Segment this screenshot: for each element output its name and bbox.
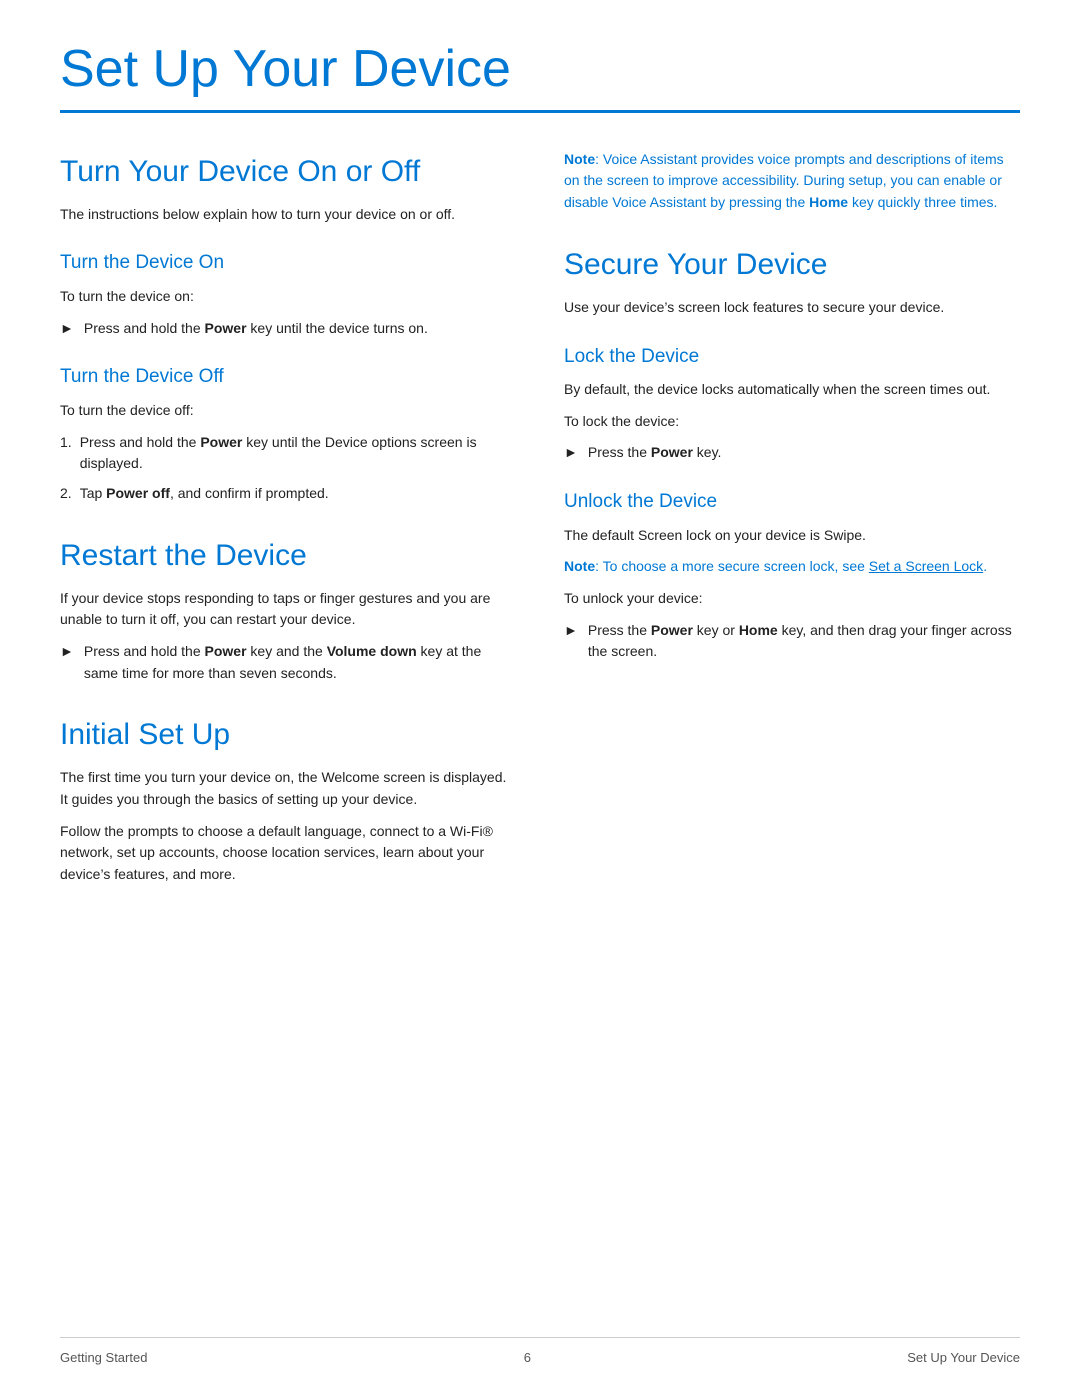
turn-off-step-1: 1. Press and hold the Power key until th… — [60, 432, 516, 475]
page-title: Set Up Your Device — [60, 40, 1020, 100]
lock-para1: By default, the device locks automatical… — [564, 379, 1020, 401]
title-divider — [60, 110, 1020, 113]
left-column: Turn Your Device On or Off The instructi… — [60, 149, 516, 896]
top-note-text: : Voice Assistant provides voice prompts… — [564, 151, 1004, 210]
lock-bullet: ► Press the Power key. — [564, 442, 1020, 464]
unlock-note: Note: To choose a more secure screen loc… — [564, 556, 1020, 578]
section-turn-on-off-title: Turn Your Device On or Off — [60, 149, 516, 194]
initial-setup-para2: Follow the prompts to choose a default l… — [60, 821, 516, 886]
top-note-label: Note — [564, 151, 595, 167]
section-restart-title: Restart the Device — [60, 533, 516, 578]
unlock-note-label: Note — [564, 558, 595, 574]
unlock-bullet: ► Press the Power key or Home key, and t… — [564, 620, 1020, 663]
top-note: Note: Voice Assistant provides voice pro… — [564, 149, 1020, 214]
unlock-para1: The default Screen lock on your device i… — [564, 525, 1020, 547]
unlock-bullet-text: Press the Power key or Home key, and the… — [588, 620, 1020, 663]
section-turn-on-off-intro: The instructions below explain how to tu… — [60, 204, 516, 226]
bullet-arrow-icon: ► — [60, 318, 74, 340]
initial-setup-para1: The first time you turn your device on, … — [60, 767, 516, 810]
lock-intro2: To lock the device: — [564, 411, 1020, 433]
turn-off-steps: 1. Press and hold the Power key until th… — [60, 432, 516, 505]
subsection-lock-title: Lock the Device — [564, 343, 1020, 372]
secure-intro: Use your device’s screen lock features t… — [564, 297, 1020, 319]
restart-arrow-icon: ► — [60, 641, 74, 663]
turn-on-bullet: ► Press and hold the Power key until the… — [60, 318, 516, 340]
turn-on-intro: To turn the device on: — [60, 286, 516, 308]
step-2-text: Tap Power off, and confirm if prompted. — [80, 483, 329, 505]
section-secure-title: Secure Your Device — [564, 242, 1020, 287]
footer-page-number: 6 — [524, 1348, 531, 1368]
restart-bullet: ► Press and hold the Power key and the V… — [60, 641, 516, 684]
step-1-text: Press and hold the Power key until the D… — [80, 432, 516, 475]
restart-bullet-text: Press and hold the Power key and the Vol… — [84, 641, 516, 684]
subsection-turn-off-title: Turn the Device Off — [60, 363, 516, 392]
footer-right-text: Set Up Your Device — [907, 1348, 1020, 1368]
set-screen-lock-link[interactable]: Set a Screen Lock — [869, 558, 983, 574]
subsection-unlock-title: Unlock the Device — [564, 488, 1020, 517]
unlock-intro2: To unlock your device: — [564, 588, 1020, 610]
turn-off-step-2: 2. Tap Power off, and confirm if prompte… — [60, 483, 516, 505]
step-number-1: 1. — [60, 432, 72, 454]
subsection-turn-on-title: Turn the Device On — [60, 249, 516, 278]
section-initial-setup-title: Initial Set Up — [60, 712, 516, 757]
turn-on-bullet-text: Press and hold the Power key until the d… — [84, 318, 516, 340]
unlock-arrow-icon: ► — [564, 620, 578, 642]
lock-arrow-icon: ► — [564, 442, 578, 464]
restart-intro: If your device stops responding to taps … — [60, 588, 516, 631]
page-footer: Getting Started 6 Set Up Your Device — [60, 1337, 1020, 1368]
two-column-layout: Turn Your Device On or Off The instructi… — [60, 149, 1020, 896]
turn-off-intro: To turn the device off: — [60, 400, 516, 422]
lock-bullet-text: Press the Power key. — [588, 442, 1020, 464]
right-column: Note: Voice Assistant provides voice pro… — [564, 149, 1020, 896]
footer-left-text: Getting Started — [60, 1348, 147, 1368]
page-wrapper: Set Up Your Device Turn Your Device On o… — [0, 0, 1080, 1397]
step-number-2: 2. — [60, 483, 72, 505]
